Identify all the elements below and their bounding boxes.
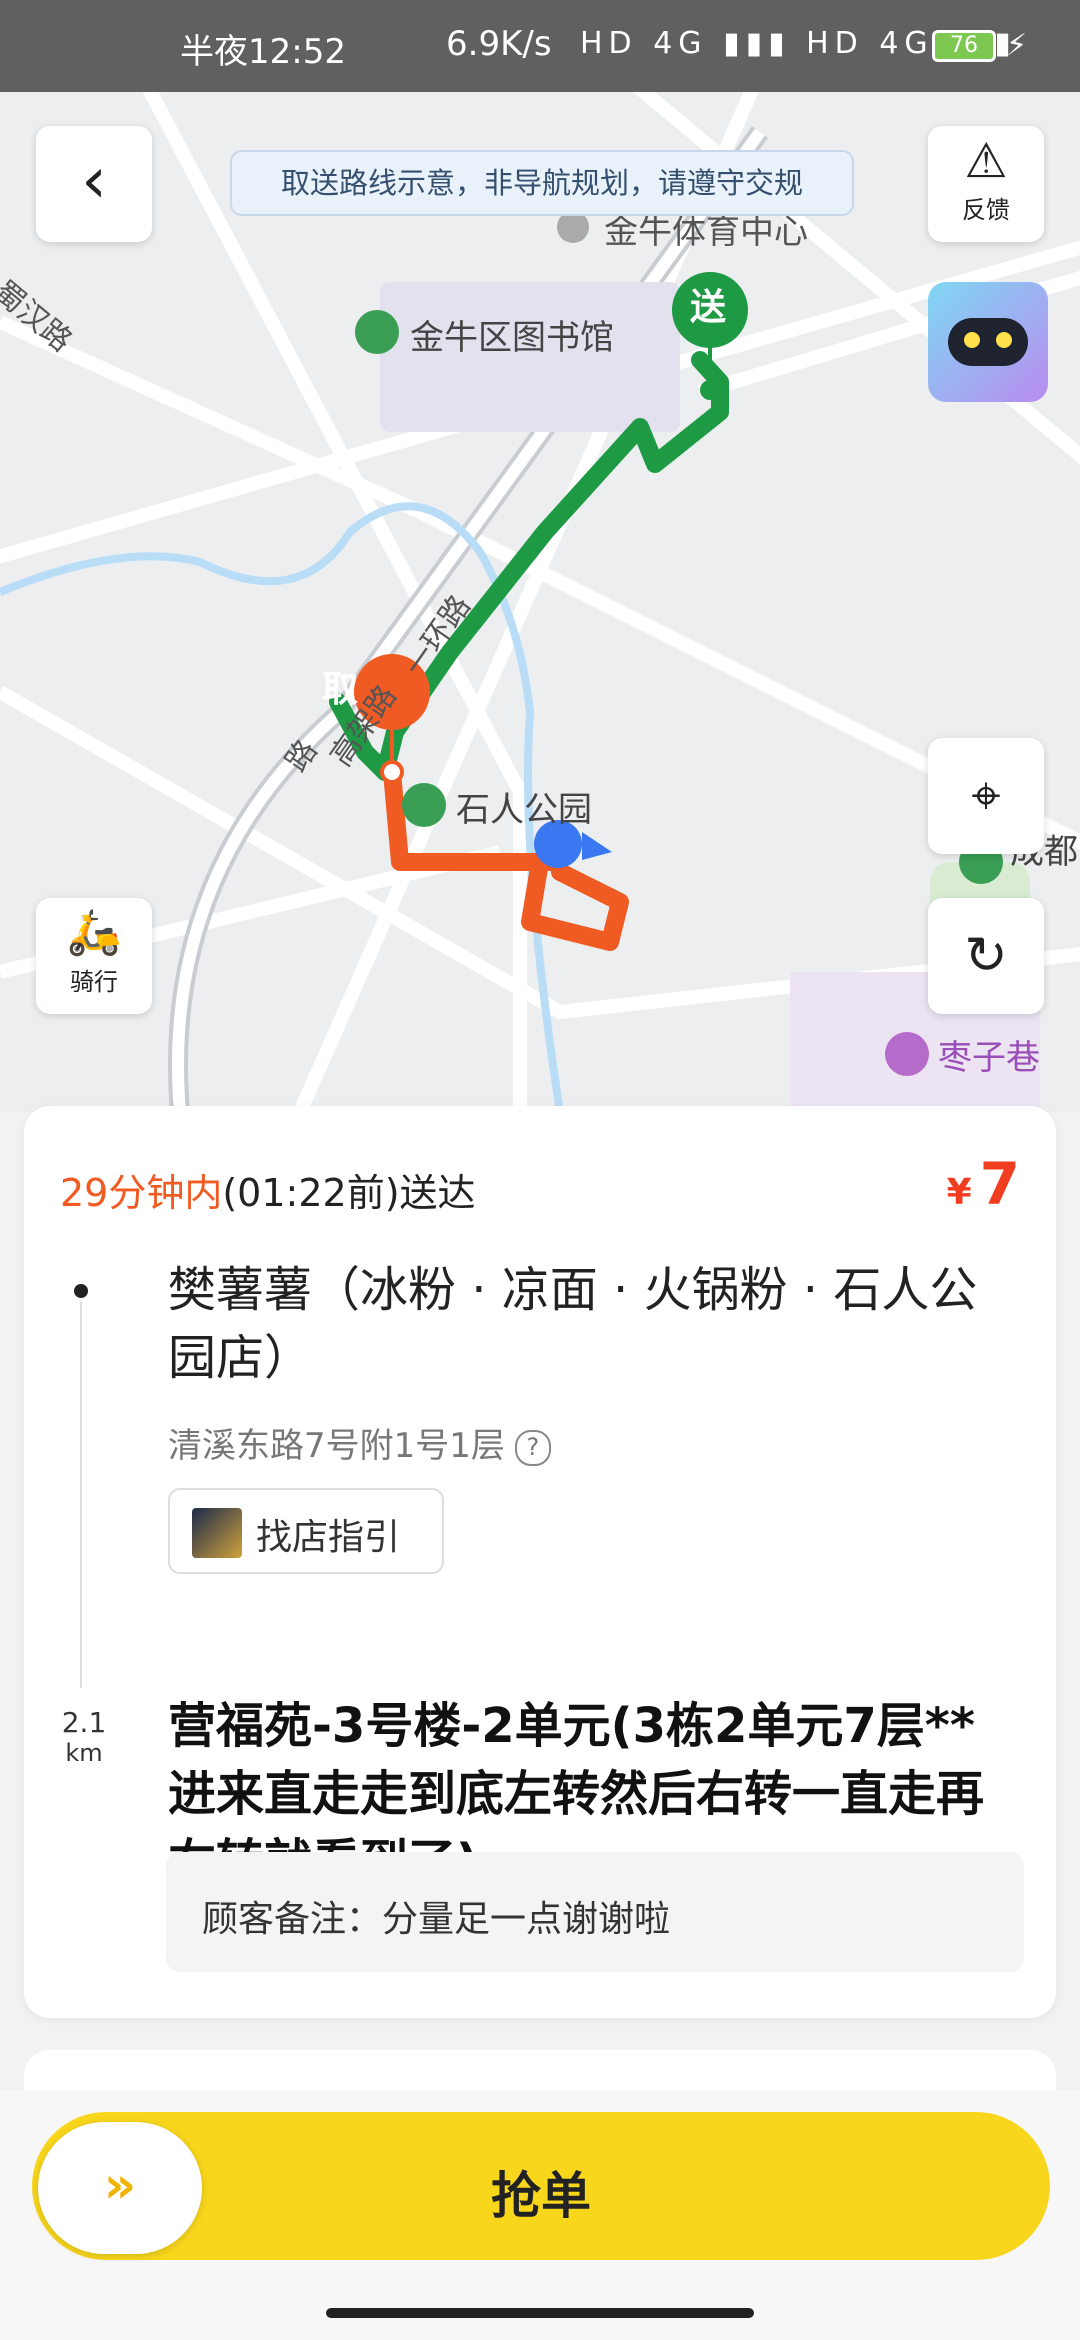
- order-card[interactable]: 29分钟内(01:22前)送达 ¥7 樊薯薯（冰粉 · 凉面 · 火锅粉 · 石…: [24, 1106, 1056, 2018]
- route-line: [80, 1302, 82, 1688]
- route-notice-banner: 取送路线示意，非导航规划，请遵守交规: [230, 150, 854, 216]
- find-store-guide-button[interactable]: 找店指引: [168, 1488, 444, 1574]
- route-distance: 2.1 km: [60, 1706, 108, 1767]
- customer-remark: 顾客备注：分量足一点谢谢啦: [166, 1852, 1024, 1972]
- status-time: 半夜12:52: [180, 32, 346, 72]
- locate-button[interactable]: ⌖: [928, 738, 1044, 854]
- distance-unit: km: [65, 1739, 103, 1767]
- delivery-time-rest: (01:22前)送达: [222, 1171, 476, 1215]
- find-store-guide-label: 找店指引: [256, 1517, 401, 1558]
- route-map[interactable]: 取 送 金牛体育中心 金牛区图书馆 石人公园 枣子巷 成都 蜀汉路 一环路 高架…: [0, 92, 1080, 1112]
- store-thumbnail: [192, 1508, 242, 1558]
- customer-remark-text: 顾客备注：分量足一点谢谢啦: [202, 1899, 671, 1940]
- ride-mode-button[interactable]: 🛵 骑行: [36, 898, 152, 1014]
- distance-value: 2.1: [61, 1706, 107, 1739]
- back-icon: ‹: [81, 144, 107, 218]
- back-button[interactable]: ‹: [36, 126, 152, 242]
- question-icon[interactable]: ?: [514, 1429, 551, 1466]
- double-chevron-icon: »: [103, 2156, 137, 2214]
- network-speed: 6.9K/s: [446, 24, 552, 64]
- warning-icon: ⚠: [964, 133, 1008, 189]
- shop-address-text: 清溪东路7号附1号1层: [168, 1426, 505, 1466]
- map-label-library: 金牛区图书馆: [410, 318, 614, 358]
- route-start-dot: [74, 1284, 88, 1298]
- map-label-park: 石人公园: [456, 790, 592, 830]
- robot-icon: [948, 318, 1028, 366]
- grab-order-slider-handle[interactable]: »: [38, 2122, 202, 2254]
- feedback-label: 反馈: [962, 196, 1010, 224]
- shop-name: 樊薯薯（冰粉 · 凉面 · 火锅粉 · 石人公园店）: [168, 1262, 978, 1386]
- locate-icon: ⌖: [971, 766, 1001, 826]
- shop-address: 清溪东路7号附1号1层?: [168, 1418, 551, 1467]
- price-value: 7: [979, 1150, 1020, 1218]
- order-price: ¥7: [947, 1150, 1020, 1218]
- assistant-robot-button[interactable]: [928, 282, 1048, 402]
- delivery-time: 29分钟内(01:22前)送达: [60, 1162, 476, 1217]
- map-label-alley: 枣子巷: [938, 1038, 1040, 1078]
- scooter-icon: 🛵: [66, 907, 122, 958]
- charging-icon: ⚡: [1006, 28, 1028, 63]
- refresh-button[interactable]: ↻: [928, 898, 1044, 1014]
- delivery-marker-label: 送: [690, 287, 727, 328]
- battery-icon: 76: [932, 30, 996, 62]
- price-symbol: ¥: [946, 1172, 972, 1213]
- feedback-button[interactable]: ⚠ 反馈: [928, 126, 1044, 242]
- delivery-time-highlight: 29分钟内: [60, 1171, 223, 1215]
- refresh-icon: ↻: [964, 926, 1008, 986]
- status-bar: 半夜12:52 6.9K/s HD 4G ▮▮▮ HD 4G ▮▮▮ 76 ⚡: [0, 0, 1080, 92]
- map-canvas: [0, 92, 1080, 1112]
- home-indicator[interactable]: [326, 2308, 754, 2318]
- ride-mode-label: 骑行: [70, 968, 118, 996]
